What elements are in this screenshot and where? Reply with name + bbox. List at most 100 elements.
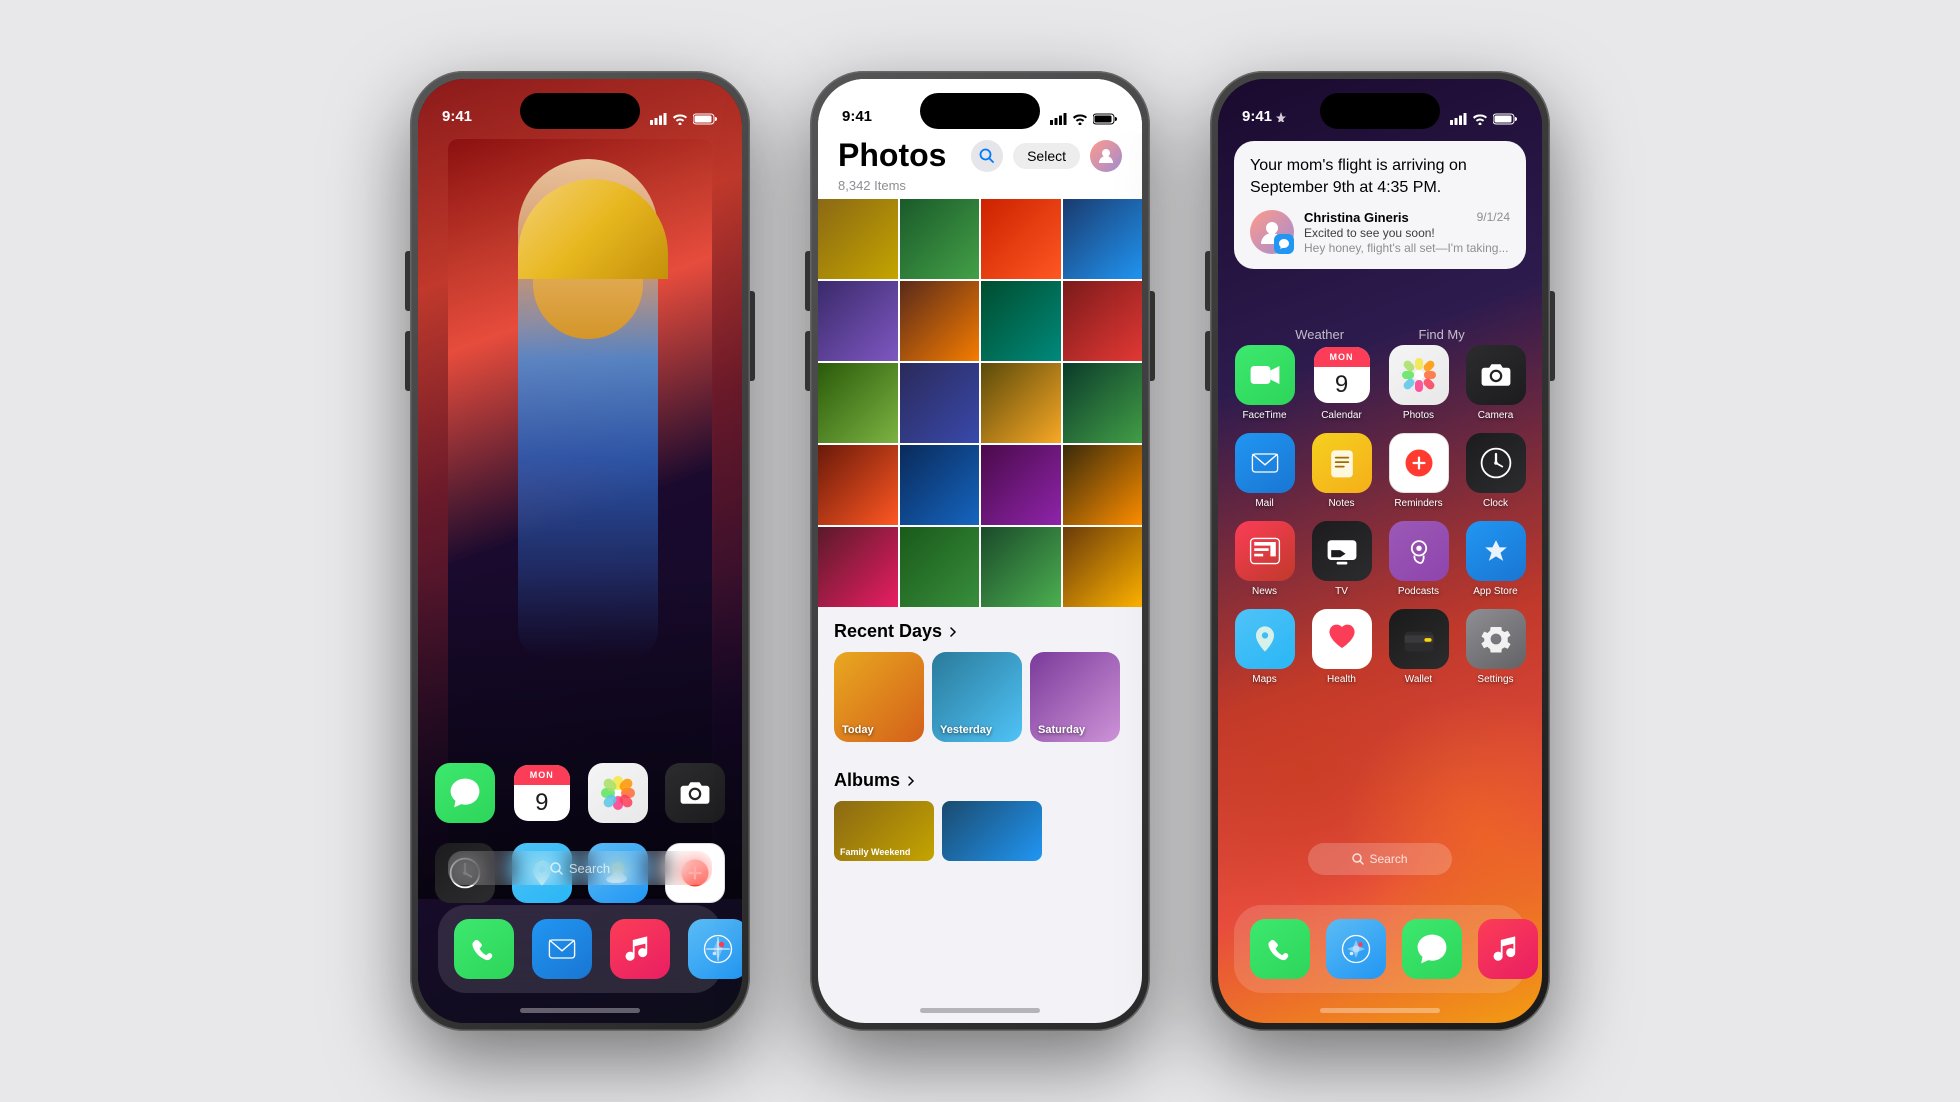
albums-section: Albums Family Weekend <box>818 756 1142 871</box>
dock-3 <box>1234 905 1526 993</box>
app-camera-3[interactable]: Camera <box>1465 345 1526 421</box>
search-label-3: Search <box>1369 852 1407 866</box>
album-preview-2[interactable] <box>942 801 1042 861</box>
notification-card[interactable]: Your mom's flight is arriving on Septemb… <box>1234 141 1526 269</box>
status-icons-2 <box>1050 113 1118 125</box>
photo-cell[interactable] <box>900 281 980 361</box>
app-photos-3[interactable]: Photos <box>1388 345 1449 421</box>
app-photos-1[interactable] <box>587 763 650 823</box>
app-row-3: News TV Podcasts <box>1234 521 1526 597</box>
status-icons-1 <box>650 113 718 125</box>
photo-cell[interactable] <box>818 527 898 607</box>
albums-list: Family Weekend <box>834 801 1126 861</box>
user-avatar-photos[interactable] <box>1090 140 1122 172</box>
app-calendar-1[interactable]: MON 9 <box>511 763 574 823</box>
status-time-3: 9:41 <box>1242 108 1272 125</box>
photo-cell[interactable] <box>1063 363 1143 443</box>
dynamic-island-2 <box>920 93 1040 129</box>
dock-1 <box>438 905 722 993</box>
home-indicator-2 <box>920 1008 1040 1013</box>
cal-day-3: 9 <box>1314 367 1370 403</box>
message-preview: Excited to see you soon! <box>1304 226 1510 240</box>
phone-1: 9:41 MON <box>410 71 750 1031</box>
photo-cell[interactable] <box>981 445 1061 525</box>
app-tv-3[interactable]: TV <box>1311 521 1372 597</box>
app-notes-3[interactable]: Notes <box>1311 433 1372 509</box>
photo-cell[interactable] <box>900 445 980 525</box>
photos-select-btn[interactable]: Select <box>1013 143 1080 169</box>
notification-date: 9/1/24 <box>1477 210 1510 224</box>
photo-cell[interactable] <box>818 199 898 279</box>
status-time-2: 9:41 <box>842 108 872 125</box>
app-podcasts-3[interactable]: Podcasts <box>1388 521 1449 597</box>
app-settings-3[interactable]: Settings <box>1465 609 1526 685</box>
chevron-right-icon <box>946 625 960 639</box>
status-icons-3 <box>1450 113 1518 125</box>
cal-month-1: MON <box>514 765 570 785</box>
photo-cell[interactable] <box>818 445 898 525</box>
photo-cell[interactable] <box>1063 281 1143 361</box>
app-maps-3[interactable]: Maps <box>1234 609 1295 685</box>
dock-safari-3[interactable] <box>1326 919 1386 979</box>
photo-cell[interactable] <box>1063 199 1143 279</box>
day-saturday[interactable]: Saturday <box>1030 652 1120 742</box>
app-health-label: Health <box>1327 674 1356 685</box>
photo-cell[interactable] <box>981 281 1061 361</box>
dock-safari-1[interactable] <box>688 919 742 979</box>
photo-cell[interactable] <box>818 281 898 361</box>
dock-phone-1[interactable] <box>454 919 514 979</box>
day-today[interactable]: Today <box>834 652 924 742</box>
photo-cell[interactable] <box>1063 527 1143 607</box>
photo-cell[interactable] <box>1063 445 1143 525</box>
day-yesterday[interactable]: Yesterday <box>932 652 1022 742</box>
app-wallet-label: Wallet <box>1405 674 1432 685</box>
app-appstore-3[interactable]: App Store <box>1465 521 1526 597</box>
app-news-3[interactable]: News <box>1234 521 1295 597</box>
dock-messages-3[interactable] <box>1402 919 1462 979</box>
photo-grid <box>818 199 1142 607</box>
photo-cell[interactable] <box>900 527 980 607</box>
status-time-1: 9:41 <box>442 108 472 125</box>
dock-music-3[interactable] <box>1478 919 1538 979</box>
app-tv-label: TV <box>1335 586 1348 597</box>
dynamic-island-1 <box>520 93 640 129</box>
app-appstore-label: App Store <box>1473 586 1517 597</box>
app-clock-3[interactable]: Clock <box>1465 433 1526 509</box>
photo-cell[interactable] <box>818 363 898 443</box>
message-sub: Hey honey, flight's all set—I'm taking..… <box>1304 241 1510 255</box>
signal-icon <box>650 113 667 125</box>
app-camera-1[interactable] <box>664 763 727 823</box>
album-preview[interactable]: Family Weekend <box>834 801 934 861</box>
phone-2: 9:41 Photos Se <box>810 71 1150 1031</box>
app-health-3[interactable]: Health <box>1311 609 1372 685</box>
contact-name: Christina Gineris <box>1304 210 1409 225</box>
search-bar-3[interactable]: Search <box>1308 843 1452 875</box>
app-facetime-3[interactable]: FaceTime <box>1234 345 1295 421</box>
dock-mail-1[interactable] <box>532 919 592 979</box>
app-facetime-label: FaceTime <box>1242 410 1286 421</box>
search-bar-1[interactable]: Search <box>448 851 712 885</box>
recent-days-section: Recent Days Today Yesterday <box>818 607 1142 752</box>
photo-cell[interactable] <box>900 363 980 443</box>
app-messages-1[interactable] <box>434 763 497 823</box>
app-calendar-label: Calendar <box>1321 410 1362 421</box>
dock-phone-3[interactable] <box>1250 919 1310 979</box>
album-label: Family Weekend <box>840 847 910 857</box>
app-wallet-3[interactable]: Wallet <box>1388 609 1449 685</box>
app-calendar-3[interactable]: MON 9 Calendar <box>1311 345 1372 421</box>
app-mail-3[interactable]: Mail <box>1234 433 1295 509</box>
app-reminders-3[interactable]: Reminders <box>1388 433 1449 509</box>
albums-title: Albums <box>834 770 900 791</box>
dock-music-1[interactable] <box>610 919 670 979</box>
photo-cell[interactable] <box>981 527 1061 607</box>
photos-search-btn[interactable] <box>971 140 1003 172</box>
battery-icon <box>693 113 718 125</box>
signal-icon-2 <box>1050 113 1067 125</box>
photos-title: Photos <box>838 137 946 174</box>
app-reminders-label: Reminders <box>1394 498 1442 509</box>
photo-cell[interactable] <box>981 363 1061 443</box>
app-notes-label: Notes <box>1328 498 1354 509</box>
photo-cell[interactable] <box>900 199 980 279</box>
app-settings-label: Settings <box>1477 674 1513 685</box>
photo-cell[interactable] <box>981 199 1061 279</box>
